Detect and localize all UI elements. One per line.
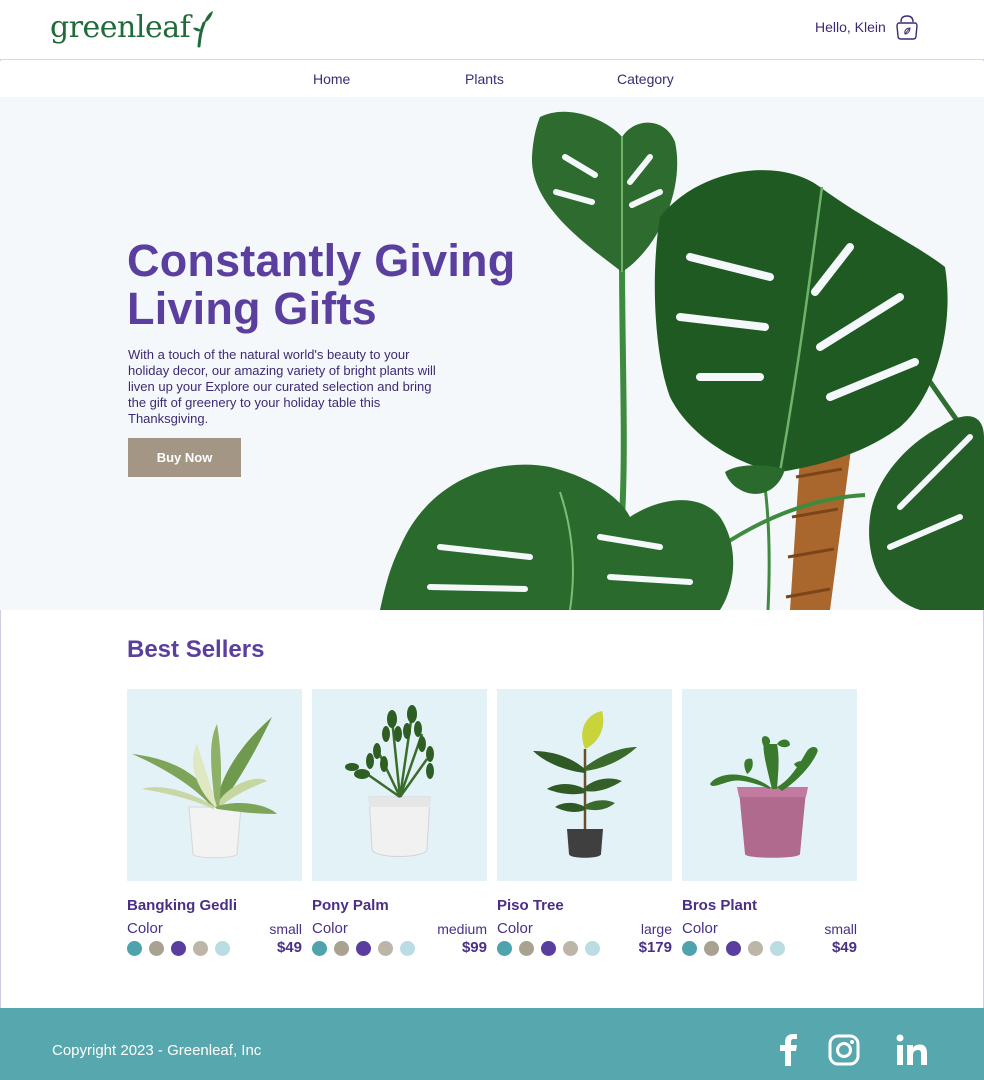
copyright-text: Copyright 2023 - Greenleaf, Inc [52, 1042, 262, 1059]
product-image[interactable] [312, 689, 487, 881]
product-size: small [269, 921, 302, 937]
color-swatch[interactable] [127, 941, 142, 956]
product-size: large [640, 921, 672, 937]
product-size: medium [437, 921, 487, 937]
site-footer: Copyright 2023 - Greenleaf, Inc [0, 1008, 984, 1080]
product-image[interactable] [127, 689, 302, 881]
hero-title-line1: Constantly Giving [127, 235, 516, 286]
buy-now-button[interactable]: Buy Now [128, 438, 241, 477]
color-swatch[interactable] [770, 941, 785, 956]
product-name[interactable]: Piso Tree [497, 897, 564, 914]
hero-banner: Constantly Giving Living Gifts With a to… [0, 97, 984, 610]
product-image[interactable] [682, 689, 857, 881]
color-swatch[interactable] [519, 941, 534, 956]
product-name[interactable]: Bros Plant [682, 897, 757, 914]
color-label: Color [682, 920, 718, 937]
nav-plants[interactable]: Plants [465, 71, 504, 87]
striped-plant-illustration [132, 717, 277, 859]
color-swatches [497, 941, 607, 956]
product-price: $49 [831, 939, 857, 956]
color-swatch[interactable] [149, 941, 164, 956]
cactus-plant-illustration [710, 736, 818, 858]
nav-category[interactable]: Category [617, 71, 674, 87]
linkedin-icon[interactable] [896, 1034, 928, 1066]
product-size: small [824, 921, 857, 937]
color-swatch[interactable] [215, 941, 230, 956]
color-swatch[interactable] [378, 941, 393, 956]
main-nav: Home Plants Category [0, 61, 984, 97]
color-swatches [127, 941, 237, 956]
color-swatches [312, 941, 422, 956]
monstera-plant-image [380, 111, 984, 610]
color-swatch[interactable] [312, 941, 327, 956]
product-card[interactable]: Pony Palm Color medium $99 [312, 689, 487, 964]
color-swatch[interactable] [748, 941, 763, 956]
shopping-bag-icon[interactable] [895, 14, 919, 40]
color-swatch[interactable] [171, 941, 186, 956]
color-swatch[interactable] [563, 941, 578, 956]
logo[interactable]: greenleaf [50, 8, 214, 48]
product-card[interactable]: Piso Tree Color large $179 [497, 689, 672, 964]
nav-home[interactable]: Home [313, 71, 350, 87]
color-swatch[interactable] [356, 941, 371, 956]
logo-text: greenleaf [50, 10, 191, 45]
color-swatch[interactable] [400, 941, 415, 956]
color-swatch[interactable] [704, 941, 719, 956]
product-image[interactable] [497, 689, 672, 881]
product-grid: Bangking Gedli Color small $49 Pony Palm… [127, 689, 858, 969]
color-label: Color [497, 920, 533, 937]
color-swatch[interactable] [541, 941, 556, 956]
product-name[interactable]: Bangking Gedli [127, 897, 237, 914]
site-header: greenleaf Hello, Klein [0, 0, 984, 60]
color-label: Color [312, 920, 348, 937]
color-swatch[interactable] [497, 941, 512, 956]
user-greeting[interactable]: Hello, Klein [815, 19, 886, 35]
hero-description: With a touch of the natural world's beau… [128, 347, 436, 426]
product-price: $49 [276, 939, 302, 956]
color-swatch[interactable] [682, 941, 697, 956]
color-swatch[interactable] [585, 941, 600, 956]
best-sellers-title: Best Sellers [127, 636, 265, 663]
sprout-icon [193, 11, 214, 48]
color-label: Color [127, 920, 163, 937]
instagram-icon[interactable] [828, 1034, 860, 1066]
hero-title-line2: Living Gifts [127, 283, 377, 334]
zz-plant-illustration [345, 705, 434, 857]
facebook-icon[interactable] [778, 1034, 798, 1066]
color-swatch[interactable] [726, 941, 741, 956]
color-swatches [682, 941, 792, 956]
color-swatch[interactable] [334, 941, 349, 956]
product-price: $179 [638, 939, 672, 956]
product-name[interactable]: Pony Palm [312, 897, 389, 914]
product-price: $99 [461, 939, 487, 956]
piso-tree-illustration [533, 711, 637, 858]
product-card[interactable]: Bros Plant Color small $49 [682, 689, 857, 964]
product-card[interactable]: Bangking Gedli Color small $49 [127, 689, 302, 964]
color-swatch[interactable] [193, 941, 208, 956]
hero-title: Constantly Giving Living Gifts [127, 237, 515, 333]
